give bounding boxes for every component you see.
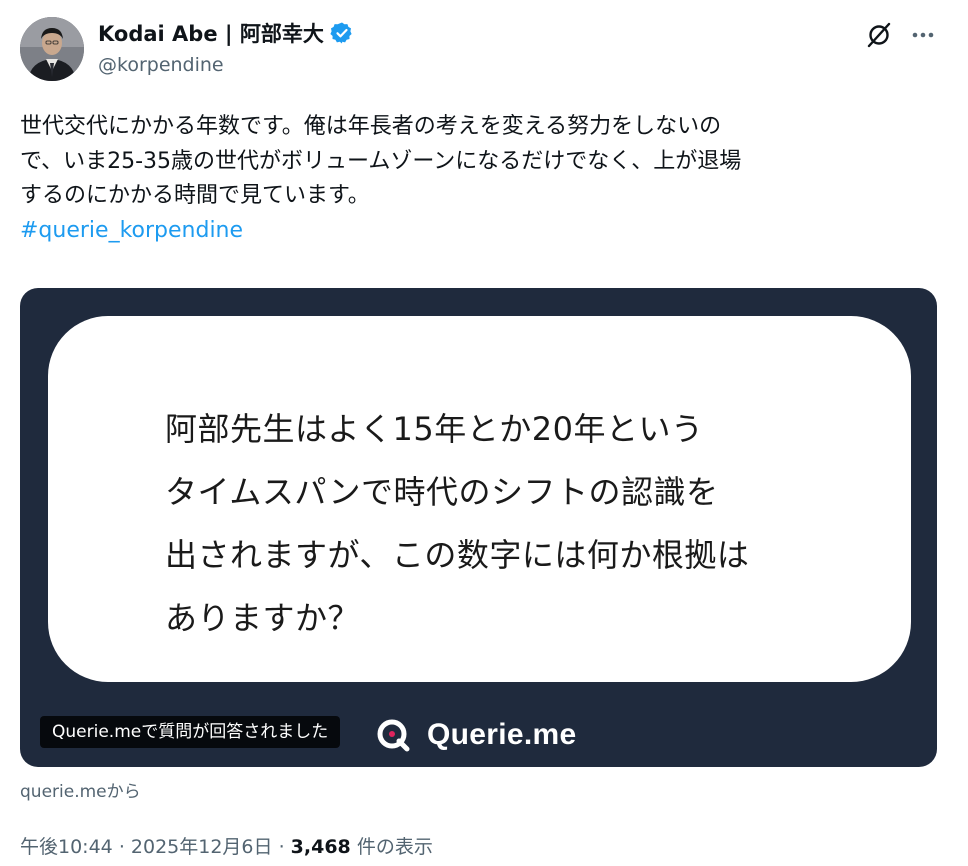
verified-badge-icon[interactable]: [330, 21, 354, 45]
question-line: タイムスパンで時代のシフトの認識を: [165, 473, 719, 511]
querie-brand: Querie.me: [375, 717, 576, 753]
tweet-time[interactable]: 午後10:44: [20, 836, 113, 858]
querie-brand-name: Querie.me: [427, 718, 577, 751]
tweet-text-line: するのにかかる時間で見ています。: [20, 183, 370, 208]
hashtag-link[interactable]: #querie_korpendine: [20, 214, 940, 249]
card-caption: Querie.meで質問が回答されました: [40, 716, 341, 748]
querie-logo-icon: [377, 719, 410, 752]
avatar[interactable]: [20, 17, 84, 81]
meta-separator: ·: [118, 836, 125, 858]
tweet-text-line: 世代交代にかかる年数です。俺は年長者の考えを変える努力をしないの: [20, 114, 722, 139]
views-label: 件の表示: [356, 836, 433, 858]
question-line: ありますか？: [165, 599, 361, 637]
tweet-text-line: で、いま25-35歳の世代がボリュームゾーンになるだけでなく、上が退場: [20, 148, 742, 174]
views-count: 3,468: [290, 836, 351, 858]
source-link[interactable]: querie.meから: [20, 777, 141, 802]
link-card[interactable]: 阿部先生はよく15年とか20年という タイムスパンで時代のシフトの認識を 出され…: [20, 288, 937, 767]
avatar-photo: [20, 17, 84, 81]
author-display-name[interactable]: Kodai Abe | 阿部幸大: [98, 18, 324, 48]
meta-separator: ·: [278, 836, 285, 858]
author-name-row[interactable]: Kodai Abe | 阿部幸大: [98, 16, 354, 50]
author-handle[interactable]: @korpendine: [98, 54, 224, 76]
grok-icon[interactable]: [862, 18, 896, 52]
tweet-meta: 午後10:44 · 2025年12月6日 · 3,468 件の表示: [20, 832, 433, 859]
tweet-text: 世代交代にかかる年数です。俺は年長者の考えを変える努力をしないの で、いま25-…: [20, 110, 940, 248]
question-line: 出されますが、この数字には何か根拠は: [165, 536, 750, 574]
question-panel: 阿部先生はよく15年とか20年という タイムスパンで時代のシフトの認識を 出され…: [48, 316, 911, 682]
question-line: 阿部先生はよく15年とか20年という: [165, 410, 704, 448]
more-dots-icon[interactable]: [906, 18, 940, 52]
tweet-date[interactable]: 2025年12月6日: [131, 836, 273, 858]
question-text: 阿部先生はよく15年とか20年という タイムスパンで時代のシフトの認識を 出され…: [165, 398, 749, 650]
